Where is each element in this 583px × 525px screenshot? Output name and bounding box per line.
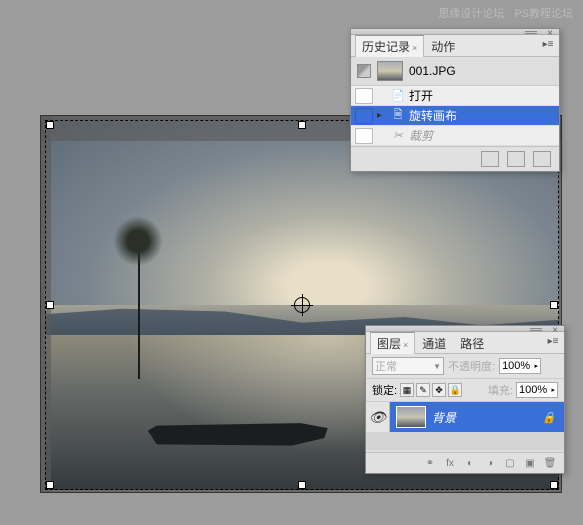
history-item-crop[interactable]: ✂ 裁剪 xyxy=(351,126,559,146)
watermark-forum: PS教程论坛 xyxy=(514,5,573,21)
panel-menu-icon[interactable]: ▸≡ xyxy=(541,39,555,53)
document-name: 001.JPG xyxy=(409,64,456,78)
layers-panel[interactable]: × 图层× 通道 路径 ▸≡ 正常▼ 不透明度: 100%▸ 锁定: ▦ ✎ ✥… xyxy=(365,325,565,474)
blend-mode-select[interactable]: 正常▼ xyxy=(372,357,444,375)
chevron-right-icon: ▸ xyxy=(535,362,539,370)
new-document-from-state-button[interactable] xyxy=(481,151,499,167)
layer-name[interactable]: 背景 xyxy=(432,409,456,426)
history-tabs: 历史记录× 动作 ▸≡ xyxy=(351,35,559,57)
visibility-toggle-icon[interactable]: 👁 xyxy=(366,402,390,432)
lock-transparent-icon[interactable]: ▦ xyxy=(400,383,414,397)
opacity-label: 不透明度: xyxy=(448,358,495,374)
layer-lock-row: 锁定: ▦ ✎ ✥ 🔒 填充: 100%▸ xyxy=(366,379,564,402)
history-brush-icon[interactable] xyxy=(357,64,371,78)
chevron-right-icon: ▸ xyxy=(551,386,555,394)
lock-icons-group: ▦ ✎ ✥ 🔒 xyxy=(400,383,462,397)
history-document-row[interactable]: 001.JPG xyxy=(351,57,559,86)
link-layers-button[interactable]: ⚭ xyxy=(422,456,438,470)
adjustment-layer-button[interactable]: ◑ xyxy=(482,456,498,470)
new-layer-button[interactable]: ▣ xyxy=(522,456,538,470)
snapshot-slot[interactable] xyxy=(355,128,373,144)
snapshot-slot[interactable] xyxy=(355,88,373,104)
history-label: 裁剪 xyxy=(409,127,433,144)
crop-center-icon[interactable] xyxy=(294,297,310,313)
lock-all-icon[interactable]: 🔒 xyxy=(448,383,462,397)
layer-item-background[interactable]: 👁 背景 🔒 xyxy=(366,402,564,432)
panel-menu-icon[interactable]: ▸≡ xyxy=(546,336,560,350)
layer-list: 👁 背景 🔒 xyxy=(366,402,564,452)
snapshot-slot[interactable] xyxy=(355,108,373,124)
history-list: 📄 打开 ▸ 🗎 旋转画布 ✂ 裁剪 xyxy=(351,86,559,146)
tab-paths[interactable]: 路径 xyxy=(453,332,491,354)
minimize-icon[interactable] xyxy=(525,30,537,34)
layers-tabs: 图层× 通道 路径 ▸≡ xyxy=(366,332,564,354)
layer-mask-button[interactable]: ◐ xyxy=(462,456,478,470)
history-footer xyxy=(351,146,559,171)
watermark-site: 思缘设计论坛 xyxy=(438,5,504,21)
watermark: 思缘设计论坛 PS教程论坛 xyxy=(438,5,573,21)
history-item-rotate[interactable]: ▸ 🗎 旋转画布 xyxy=(351,106,559,126)
crop-icon: ✂ xyxy=(391,129,405,143)
history-item-open[interactable]: 📄 打开 xyxy=(351,86,559,106)
open-icon: 📄 xyxy=(391,89,405,103)
layer-thumbnail[interactable] xyxy=(396,406,426,428)
lock-pixels-icon[interactable]: ✎ xyxy=(416,383,430,397)
layer-style-button[interactable]: fx xyxy=(442,456,458,470)
tab-close-icon[interactable]: × xyxy=(403,340,408,350)
tab-actions[interactable]: 动作 xyxy=(424,35,462,57)
crop-dim-side xyxy=(41,116,51,492)
new-snapshot-button[interactable] xyxy=(507,151,525,167)
tab-close-icon[interactable]: × xyxy=(412,43,417,53)
rotate-icon: 🗎 xyxy=(391,109,405,123)
delete-layer-button[interactable]: 🗑 xyxy=(542,456,558,470)
fill-label: 填充: xyxy=(488,382,513,398)
tab-layers[interactable]: 图层× xyxy=(370,332,415,354)
tab-history[interactable]: 历史记录× xyxy=(355,35,424,57)
lock-icon: 🔒 xyxy=(542,411,556,424)
delete-state-button[interactable] xyxy=(533,151,551,167)
document-thumbnail xyxy=(377,61,403,81)
tab-channels[interactable]: 通道 xyxy=(415,332,453,354)
history-label: 打开 xyxy=(409,87,433,104)
layer-blend-row: 正常▼ 不透明度: 100%▸ xyxy=(366,354,564,379)
opacity-input[interactable]: 100%▸ xyxy=(499,358,541,374)
fill-input[interactable]: 100%▸ xyxy=(516,382,558,398)
current-state-icon: ▸ xyxy=(377,110,387,121)
lock-position-icon[interactable]: ✥ xyxy=(432,383,446,397)
tree-silhouette xyxy=(138,231,140,379)
lock-label: 锁定: xyxy=(372,382,397,398)
history-panel[interactable]: × 历史记录× 动作 ▸≡ 001.JPG 📄 打开 ▸ 🗎 旋转画布 ✂ 裁剪 xyxy=(350,28,560,172)
chevron-down-icon: ▼ xyxy=(433,362,441,371)
history-label: 旋转画布 xyxy=(409,107,457,124)
layers-footer: ⚭ fx ◐ ◑ ▢ ▣ 🗑 xyxy=(366,452,564,473)
minimize-icon[interactable] xyxy=(530,327,542,331)
layer-group-button[interactable]: ▢ xyxy=(502,456,518,470)
